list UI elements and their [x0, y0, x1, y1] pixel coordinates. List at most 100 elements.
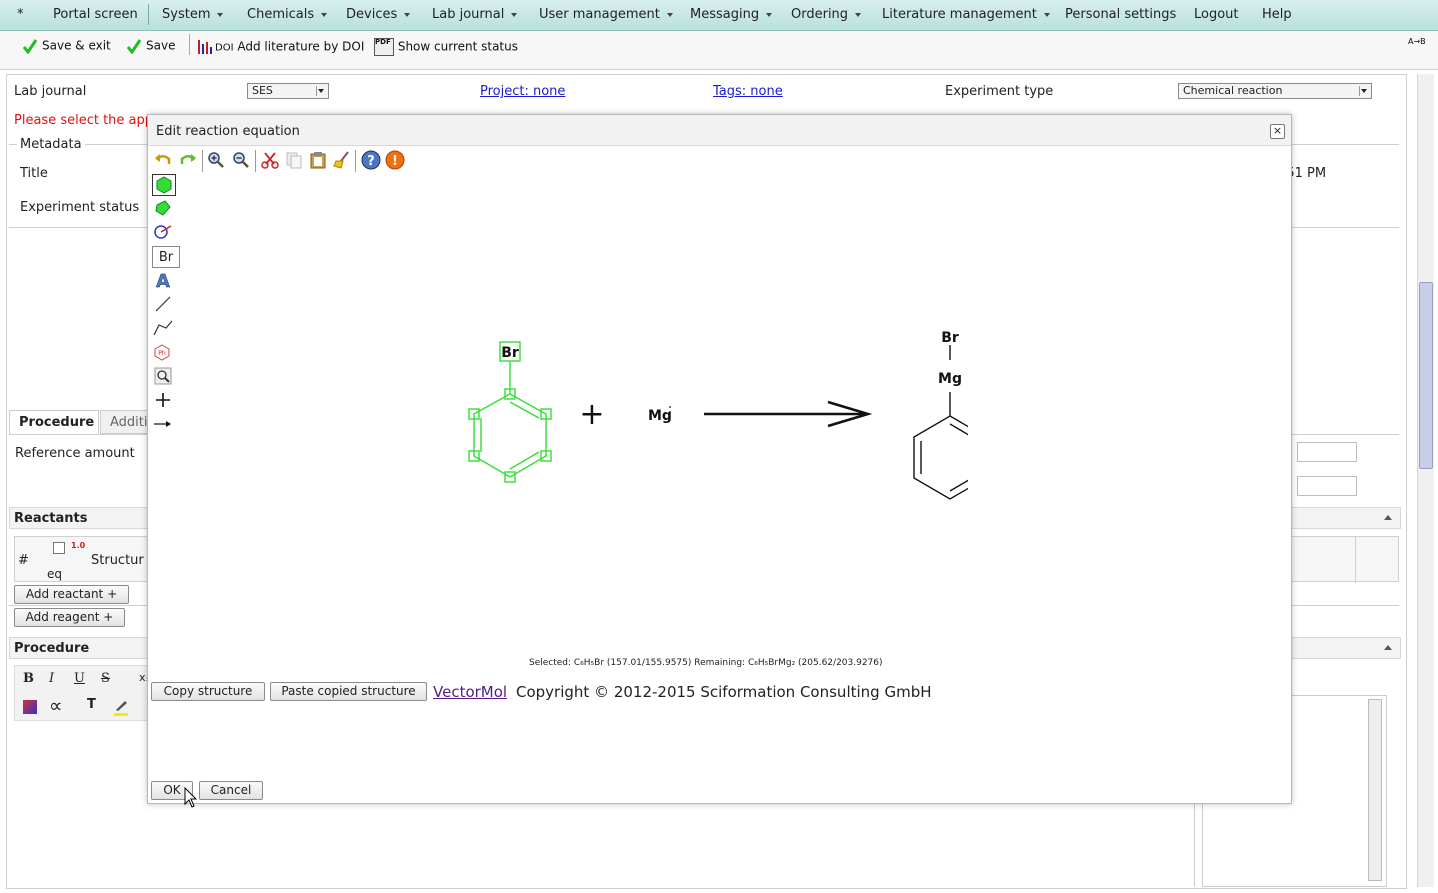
- menu-item-messaging[interactable]: Messaging: [690, 7, 773, 22]
- menu-item-user-management[interactable]: User management: [539, 7, 673, 22]
- chevron-down-icon: [766, 12, 773, 17]
- reference-amount-label: Reference amount: [15, 446, 135, 461]
- undo-icon[interactable]: [153, 150, 173, 170]
- menu-item-label: Messaging: [690, 7, 760, 22]
- menu-item-star[interactable]: *: [17, 7, 24, 22]
- reference-unit-input[interactable]: [1297, 476, 1357, 496]
- project-link[interactable]: Project: none: [480, 84, 565, 99]
- reaction-plus: +: [579, 397, 604, 432]
- save-exit-button[interactable]: Save & exit: [22, 38, 111, 54]
- menu-item-help[interactable]: Help: [1262, 7, 1292, 22]
- paste-structure-label: Paste copied structure: [281, 684, 416, 698]
- add-literature-doi-button[interactable]: DOI Add literature by DOI: [197, 38, 364, 56]
- menu-item-chemicals[interactable]: Chemicals: [247, 7, 328, 22]
- menu-item-label: Ordering: [791, 7, 849, 22]
- menu-item-devices[interactable]: Devices: [346, 7, 411, 22]
- text-color-button[interactable]: T: [87, 697, 96, 712]
- experiment-type-select[interactable]: Chemical reaction: [1178, 83, 1372, 99]
- line-tool-icon[interactable]: [152, 294, 174, 314]
- main-menu-bar: * Portal screen System Chemicals Devices…: [0, 0, 1438, 31]
- col-eq: eq: [47, 567, 62, 581]
- tab-procedure-label: Procedure: [19, 415, 95, 430]
- svg-text:?: ?: [367, 154, 375, 169]
- clear-broom-icon[interactable]: [332, 150, 352, 170]
- doi-prefix: DOI: [215, 42, 234, 54]
- element-br-tool[interactable]: Br: [152, 246, 180, 268]
- reactant-bromobenzene[interactable]: [468, 341, 552, 483]
- menu-item-system[interactable]: System: [162, 7, 224, 22]
- radical-dot: [669, 411, 671, 413]
- menu-item-label: Chemicals: [247, 7, 315, 22]
- collapse-icon[interactable]: [1384, 515, 1392, 520]
- template-tool-icon[interactable]: [152, 198, 174, 218]
- save-label: Save: [146, 38, 176, 53]
- help-icon[interactable]: ?: [361, 150, 381, 170]
- add-reactant-label: Add reactant +: [25, 587, 118, 601]
- save-button[interactable]: Save: [126, 38, 175, 54]
- menu-item-literature-management[interactable]: Literature management: [882, 7, 1050, 22]
- col-structure: Structur: [91, 553, 144, 568]
- italic-button[interactable]: I: [49, 671, 54, 686]
- zoom-in-icon[interactable]: [206, 150, 226, 170]
- lab-journal-select[interactable]: SES: [247, 83, 329, 99]
- toolbar-separator: [189, 34, 190, 55]
- magnesium-label: Mg: [648, 408, 672, 424]
- menu-item-ordering[interactable]: Ordering: [791, 7, 862, 22]
- ring-tool-icon[interactable]: [152, 174, 176, 196]
- collapse-icon[interactable]: [1384, 645, 1392, 650]
- chevron-down-icon: [217, 12, 224, 17]
- dialog-title-bar: Edit reaction equation ×: [148, 115, 1291, 146]
- menu-item-portal-screen[interactable]: Portal screen: [53, 7, 138, 22]
- search-structure-icon[interactable]: [152, 366, 174, 386]
- metadata-legend: Metadata: [17, 137, 85, 152]
- reference-amount-input[interactable]: [1297, 442, 1357, 462]
- insert-object-icon[interactable]: [23, 700, 37, 714]
- plus-tool-icon[interactable]: [152, 390, 174, 410]
- strikethrough-button[interactable]: S: [101, 671, 110, 686]
- zoom-out-icon[interactable]: [231, 150, 251, 170]
- reaction-canvas[interactable]: Br + Mg Br Mg: [448, 310, 968, 510]
- close-icon[interactable]: ×: [1270, 124, 1285, 139]
- paste-structure-button[interactable]: Paste copied structure: [270, 682, 427, 701]
- tags-link[interactable]: Tags: none: [713, 84, 783, 99]
- arrow-tool-icon[interactable]: [152, 414, 174, 434]
- copy-icon[interactable]: [284, 150, 304, 170]
- cut-icon[interactable]: [260, 150, 280, 170]
- chain-tool-icon[interactable]: [152, 318, 174, 338]
- warning-icon[interactable]: !: [385, 150, 405, 170]
- menu-item-personal-settings[interactable]: Personal settings: [1065, 7, 1176, 22]
- vectormol-link[interactable]: VectorMol: [433, 683, 507, 701]
- experiment-status-label: Experiment status: [20, 200, 140, 215]
- phenyl-tool-icon[interactable]: Ph: [152, 342, 174, 362]
- redo-icon[interactable]: [178, 150, 198, 170]
- page-scrollbar-thumb[interactable]: [1419, 282, 1433, 469]
- select-all-checkbox[interactable]: [53, 542, 65, 554]
- add-reagent-label: Add reagent +: [25, 610, 114, 624]
- show-status-button[interactable]: PDF Show current status: [374, 38, 518, 56]
- reaction-arrow[interactable]: [704, 400, 873, 428]
- bold-button[interactable]: B: [23, 671, 34, 686]
- menu-item-lab-journal[interactable]: Lab journal: [432, 7, 518, 22]
- chevron-down-icon: [316, 86, 326, 96]
- menu-item-label: User management: [539, 7, 660, 22]
- highlight-pen-icon[interactable]: [114, 699, 128, 716]
- text-tool-icon[interactable]: A: [152, 270, 174, 290]
- paste-icon[interactable]: [308, 150, 328, 170]
- underline-button[interactable]: U: [74, 671, 85, 686]
- lasso-select-icon[interactable]: [152, 222, 174, 242]
- cancel-button[interactable]: Cancel: [199, 781, 263, 800]
- chevron-down-icon: [1359, 86, 1369, 96]
- toolbar-separator: [255, 150, 256, 172]
- add-reactant-button[interactable]: Add reactant +: [14, 585, 129, 604]
- procedure-header-label: Procedure: [14, 641, 90, 656]
- tab-procedure[interactable]: Procedure: [9, 410, 99, 434]
- text-scrollbar[interactable]: [1368, 699, 1382, 881]
- page-scrollbar[interactable]: [1417, 74, 1434, 887]
- menu-item-label: Logout: [1194, 7, 1239, 22]
- product-phenylmagnesium-bromide[interactable]: [913, 345, 968, 500]
- formula-button[interactable]: ∝: [49, 695, 63, 717]
- menu-item-logout[interactable]: Logout: [1194, 7, 1239, 22]
- add-reagent-button[interactable]: Add reagent +: [14, 608, 125, 627]
- copy-structure-button[interactable]: Copy structure: [151, 682, 265, 701]
- product-mg-atom: Mg: [938, 371, 962, 387]
